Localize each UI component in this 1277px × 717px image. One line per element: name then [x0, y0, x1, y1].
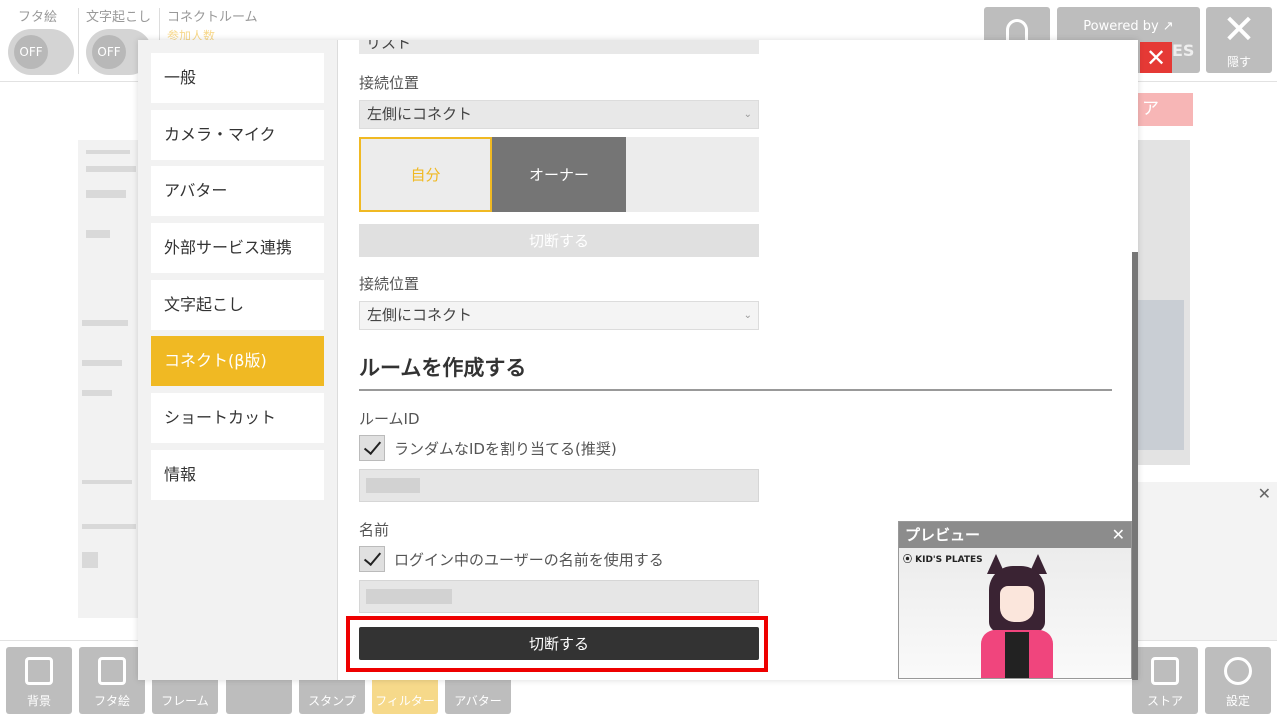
login-name-checkbox[interactable] [359, 546, 385, 572]
close-icon[interactable]: ✕ [1258, 484, 1271, 503]
brand-text: ES [1172, 41, 1195, 60]
nav-item-avatar[interactable]: アバター [151, 166, 324, 216]
external-link-icon: ↗ [1162, 19, 1174, 34]
random-id-checkbox[interactable] [359, 435, 385, 461]
connect-preview-segment: 自分 オーナー [359, 137, 759, 212]
nav-item-shortcuts[interactable]: ショートカット [151, 393, 324, 443]
redacted-text [366, 478, 420, 493]
connect-room-group: コネクトルーム 参加人数 [167, 6, 258, 44]
disconnect-button[interactable]: 切断する [359, 627, 759, 660]
avatar-face [1000, 586, 1034, 622]
room-id-label: ルームID [359, 410, 420, 428]
list-select[interactable]: リスト [359, 40, 759, 54]
disconnect-button-disabled[interactable]: 切断する [359, 224, 759, 257]
preview-header[interactable]: プレビュー ✕ [899, 522, 1131, 548]
preview-canvas: ⦿ KID'S PLATES [899, 548, 1131, 678]
create-room-heading: ルームを作成する [359, 356, 527, 380]
red-close-button[interactable]: ✕ [1140, 42, 1172, 73]
button-label: 設定 [1225, 694, 1250, 708]
divider [78, 8, 79, 74]
button-label: スタンプ [308, 694, 356, 708]
lid-art-button[interactable]: フタ絵 [79, 647, 145, 714]
login-name-checkbox-row[interactable]: ログイン中のユーザーの名前を使用する [359, 546, 664, 572]
hide-label: 隠す [1226, 55, 1251, 69]
background-right-image [1138, 300, 1184, 450]
hide-button[interactable]: ✕ 隠す [1206, 7, 1272, 73]
connect-room-label: コネクトルーム [167, 10, 258, 25]
connect-position-select[interactable]: 左側にコネクト ⌄ [359, 100, 759, 129]
name-label: 名前 [359, 521, 390, 539]
chevron-down-icon: ⌄ [743, 310, 752, 321]
background-canvas [78, 140, 138, 618]
store-button[interactable]: ストア [1132, 647, 1198, 714]
lid-art-label: フタ絵 [18, 10, 58, 25]
chevron-down-icon: ⌄ [743, 109, 752, 120]
gear-icon [1224, 657, 1252, 685]
button-label: フレーム [161, 694, 209, 708]
powered-by-label: Powered by [1083, 19, 1159, 34]
random-id-label: ランダムなIDを割り当てる(推奨) [394, 439, 617, 458]
nav-item-camera-mic[interactable]: カメラ・マイク [151, 110, 324, 160]
store-icon [1151, 657, 1179, 685]
image-icon [25, 657, 53, 685]
avatar-shirt [1005, 632, 1029, 678]
background-avatar-panel: ✕ [1138, 482, 1277, 640]
scrollbar[interactable] [1132, 252, 1138, 680]
random-id-checkbox-row[interactable]: ランダムなIDを割り当てる(推奨) [359, 435, 617, 461]
button-label: アバター [454, 694, 502, 708]
room-id-input[interactable] [359, 469, 759, 502]
settings-button[interactable]: 設定 [1205, 647, 1271, 714]
nav-item-external-services[interactable]: 外部サービス連携 [151, 223, 324, 273]
button-label: ストア [1146, 694, 1183, 708]
preview-window: プレビュー ✕ ⦿ KID'S PLATES [898, 521, 1132, 679]
name-input[interactable] [359, 580, 759, 613]
connect-position-label: 接続位置 [359, 74, 420, 92]
redacted-text [366, 589, 452, 604]
divider [359, 389, 1112, 391]
nav-item-general[interactable]: 一般 [151, 53, 324, 103]
button-label: フタ絵 [93, 694, 130, 708]
close-icon[interactable]: ✕ [1112, 522, 1125, 548]
select-value: 左側にコネクト [367, 306, 473, 324]
toggle-knob: OFF [14, 35, 48, 69]
background-button[interactable]: 背景 [6, 647, 72, 714]
kids-plates-logo: ⦿ KID'S PLATES [903, 555, 983, 565]
nav-item-transcription[interactable]: 文字起こし [151, 280, 324, 330]
button-label: フィルター [375, 694, 435, 708]
self-segment[interactable]: 自分 [359, 137, 492, 212]
owner-segment[interactable]: オーナー [492, 137, 626, 212]
connect-position-select[interactable]: 左側にコネクト ⌄ [359, 301, 759, 330]
nav-item-connect[interactable]: コネクト(β版) [151, 336, 324, 386]
close-icon: ✕ [1222, 7, 1256, 53]
lid-art-toggle-group: フタ絵 OFF [8, 6, 74, 75]
preview-title: プレビュー [905, 526, 981, 544]
nav-item-info[interactable]: 情報 [151, 450, 324, 500]
login-name-label: ログイン中のユーザーの名前を使用する [394, 550, 664, 569]
toggle-knob: OFF [92, 35, 126, 69]
lid-art-toggle[interactable]: OFF [8, 29, 74, 75]
lid-art-icon [98, 657, 126, 685]
settings-nav: 一般 カメラ・マイク アバター 外部サービス連携 文字起こし コネクト(β版) … [138, 40, 338, 680]
store-pink-button[interactable]: ア [1136, 93, 1193, 126]
transcription-label: 文字起こし [86, 10, 152, 25]
select-value: 左側にコネクト [367, 105, 473, 123]
connect-position-label: 接続位置 [359, 275, 420, 293]
button-label: 背景 [26, 694, 51, 708]
